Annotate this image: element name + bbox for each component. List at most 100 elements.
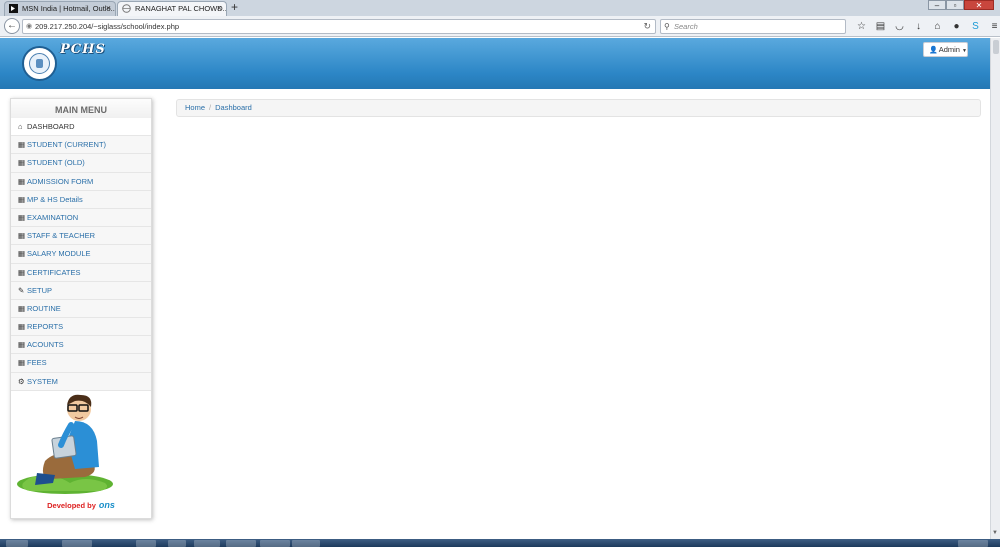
breadcrumb-dashboard-link[interactable]: Dashboard bbox=[215, 103, 252, 112]
scroll-down-arrow-icon[interactable]: ▼ bbox=[992, 530, 998, 536]
pocket-icon[interactable]: ◡ bbox=[890, 19, 909, 34]
sidebar-item-label: MP & HS Details bbox=[27, 194, 83, 204]
sidebar-item-dashboard[interactable]: ⌂ DASHBOARD bbox=[11, 118, 151, 137]
sidebar-item-fees[interactable]: ▦ FEES bbox=[11, 354, 151, 373]
start-button[interactable] bbox=[6, 540, 28, 547]
menu-list: ⌂ DASHBOARD ▦ STUDENT (CURRENT) ▦ STUDENT (OL… bbox=[11, 118, 151, 391]
sidebar-item-admission-form[interactable]: ▦ ADMISSION FORM bbox=[11, 172, 151, 191]
window-controls: – ▫ ✕ bbox=[928, 0, 994, 10]
sidebar-item-reports[interactable]: ▦ REPORTS bbox=[11, 318, 151, 337]
address-bar[interactable]: ◉ 209.217.250.204/~siglass/school/index.… bbox=[22, 19, 656, 34]
browser-titlebar: MSN India | Hotmail, Outlo... × RANAGHAT… bbox=[0, 0, 1000, 16]
reload-icon[interactable]: ↻ bbox=[643, 20, 651, 33]
taskbar-app-item[interactable] bbox=[226, 540, 256, 547]
admin-dropdown-button[interactable]: 👤Admin ▼ bbox=[923, 42, 968, 57]
breadcrumb: Home / Dashboard bbox=[176, 99, 981, 117]
back-arrow-icon[interactable]: ← bbox=[4, 18, 20, 34]
menu-hamburger-icon[interactable]: ≡ bbox=[985, 19, 1000, 34]
taskbar-app-item[interactable] bbox=[194, 540, 220, 547]
minimize-icon[interactable]: – bbox=[928, 0, 946, 10]
os-taskbar bbox=[0, 539, 1000, 547]
grid-icon: ▦ bbox=[18, 340, 26, 350]
sidebar-item-routine[interactable]: ▦ ROUTINE bbox=[11, 299, 151, 319]
grid-icon: ▦ bbox=[18, 303, 26, 313]
bookmark-star-icon[interactable]: ☆ bbox=[852, 19, 871, 34]
scroll-thumb[interactable] bbox=[993, 40, 999, 54]
caret-down-icon: ▼ bbox=[961, 48, 967, 54]
sidebar-item-label: EXAMINATION bbox=[27, 212, 79, 222]
breadcrumb-home-link[interactable]: Home bbox=[185, 103, 205, 112]
taskbar-app-item[interactable] bbox=[136, 540, 156, 547]
site-info-icon[interactable]: ◉ bbox=[26, 20, 32, 33]
grid-icon: ▦ bbox=[18, 231, 26, 241]
browser-navbar: ← ◉ 209.217.250.204/~siglass/school/inde… bbox=[0, 16, 1000, 37]
sidebar-item-label: CERTIFICATES bbox=[27, 267, 81, 277]
sidebar-item-examination[interactable]: ▦ EXAMINATION bbox=[11, 208, 151, 228]
taskbar-app-item[interactable] bbox=[260, 540, 290, 547]
user-icon: 👤 bbox=[929, 47, 938, 54]
school-logo-icon bbox=[22, 46, 57, 81]
sidebar-item-label: SETUP bbox=[27, 285, 53, 295]
browser-tab-ranaghat[interactable]: RANAGHAT PAL CHOWD... × bbox=[117, 1, 227, 16]
main-menu-sidebar: MAIN MENU ⌂ DASHBOARD ▦ STUDENT (CURRENT) ▦ S… bbox=[10, 98, 152, 519]
page-scrollbar[interactable]: ▼ bbox=[990, 38, 1000, 539]
developed-by-credit: Developed by ons bbox=[11, 500, 151, 510]
sidebar-item-certificates[interactable]: ▦ CERTIFICATES bbox=[11, 263, 151, 282]
sidebar-item-acounts[interactable]: ▦ ACOUNTS bbox=[11, 336, 151, 355]
grid-icon: ▦ bbox=[18, 358, 26, 368]
sidebar-item-label: STUDENT (OLD) bbox=[27, 158, 85, 168]
sidebar-item-system[interactable]: ⚙ SYSTEM bbox=[11, 372, 151, 391]
sidebar-item-setup[interactable]: ✎ SETUP bbox=[11, 281, 151, 300]
breadcrumb-separator: / bbox=[209, 103, 212, 112]
grid-icon: ▦ bbox=[18, 176, 26, 186]
student-with-laptop-mascot bbox=[17, 394, 113, 494]
sidebar-item-student-old[interactable]: ▦ STUDENT (OLD) bbox=[11, 154, 151, 173]
chat-icon[interactable]: ● bbox=[947, 19, 966, 34]
grid-icon: ▦ bbox=[18, 249, 26, 259]
browser-tab-msn[interactable]: MSN India | Hotmail, Outlo... × bbox=[4, 1, 116, 16]
grid-icon: ▦ bbox=[18, 212, 26, 222]
taskbar-app-item[interactable] bbox=[292, 540, 320, 547]
msn-favicon-icon bbox=[9, 4, 18, 13]
sidebar-item-student-current[interactable]: ▦ STUDENT (CURRENT) bbox=[11, 136, 151, 155]
developed-by-text: Developed by bbox=[47, 501, 96, 510]
reading-list-icon[interactable]: ▤ bbox=[871, 19, 890, 34]
admin-label: Admin bbox=[938, 45, 960, 54]
maximize-icon[interactable]: ▫ bbox=[946, 0, 964, 10]
sidebar-item-label: ACOUNTS bbox=[27, 340, 64, 350]
tab-close-icon[interactable]: × bbox=[106, 2, 111, 15]
taskbar-app-item[interactable] bbox=[62, 540, 92, 547]
grid-icon: ▦ bbox=[18, 158, 26, 168]
taskbar-clock[interactable] bbox=[958, 540, 988, 547]
cogs-icon: ⚙ bbox=[18, 376, 25, 386]
sidebar-item-label: SYSTEM bbox=[27, 376, 58, 386]
taskbar-app-item[interactable] bbox=[168, 540, 186, 547]
sidebar-item-label: SALARY MODULE bbox=[27, 249, 91, 259]
sidebar-item-label: STUDENT (CURRENT) bbox=[27, 140, 107, 150]
sidebar-item-label: DASHBOARD bbox=[27, 122, 75, 131]
grid-icon: ▦ bbox=[18, 194, 26, 204]
sidebar-item-staff-teacher[interactable]: ▦ STAFF & TEACHER bbox=[11, 227, 151, 246]
search-input[interactable]: ⚲ Search bbox=[660, 19, 846, 34]
grid-icon: ▦ bbox=[18, 140, 26, 150]
sidebar-item-mp-hs-details[interactable]: ▦ MP & HS Details bbox=[11, 190, 151, 209]
close-window-icon[interactable]: ✕ bbox=[964, 0, 994, 10]
school-abbreviation: PCHS bbox=[60, 42, 106, 57]
sidebar-item-label: ADMISSION FORM bbox=[27, 176, 94, 186]
tab-close-icon[interactable]: × bbox=[217, 2, 222, 15]
sidebar-item-label: REPORTS bbox=[27, 322, 64, 332]
url-text: 209.217.250.204/~siglass/school/index.ph… bbox=[35, 22, 180, 31]
tab-label: RANAGHAT PAL CHOWD... bbox=[135, 4, 227, 13]
skype-icon[interactable]: S bbox=[966, 19, 985, 34]
sidebar-item-salary-module[interactable]: ▦ SALARY MODULE bbox=[11, 245, 151, 264]
globe-favicon-icon bbox=[122, 4, 131, 13]
home-browser-icon[interactable]: ⌂ bbox=[928, 19, 947, 34]
wrench-icon: ✎ bbox=[18, 285, 25, 295]
magnifier-icon: ⚲ bbox=[664, 22, 670, 31]
tab-label: MSN India | Hotmail, Outlo... bbox=[22, 4, 116, 13]
main-menu-title: MAIN MENU bbox=[11, 99, 151, 118]
sidebar-item-label: ROUTINE bbox=[27, 303, 61, 313]
new-tab-button[interactable]: + bbox=[231, 0, 238, 15]
grid-icon: ▦ bbox=[18, 267, 26, 277]
download-icon[interactable]: ↓ bbox=[909, 19, 928, 34]
